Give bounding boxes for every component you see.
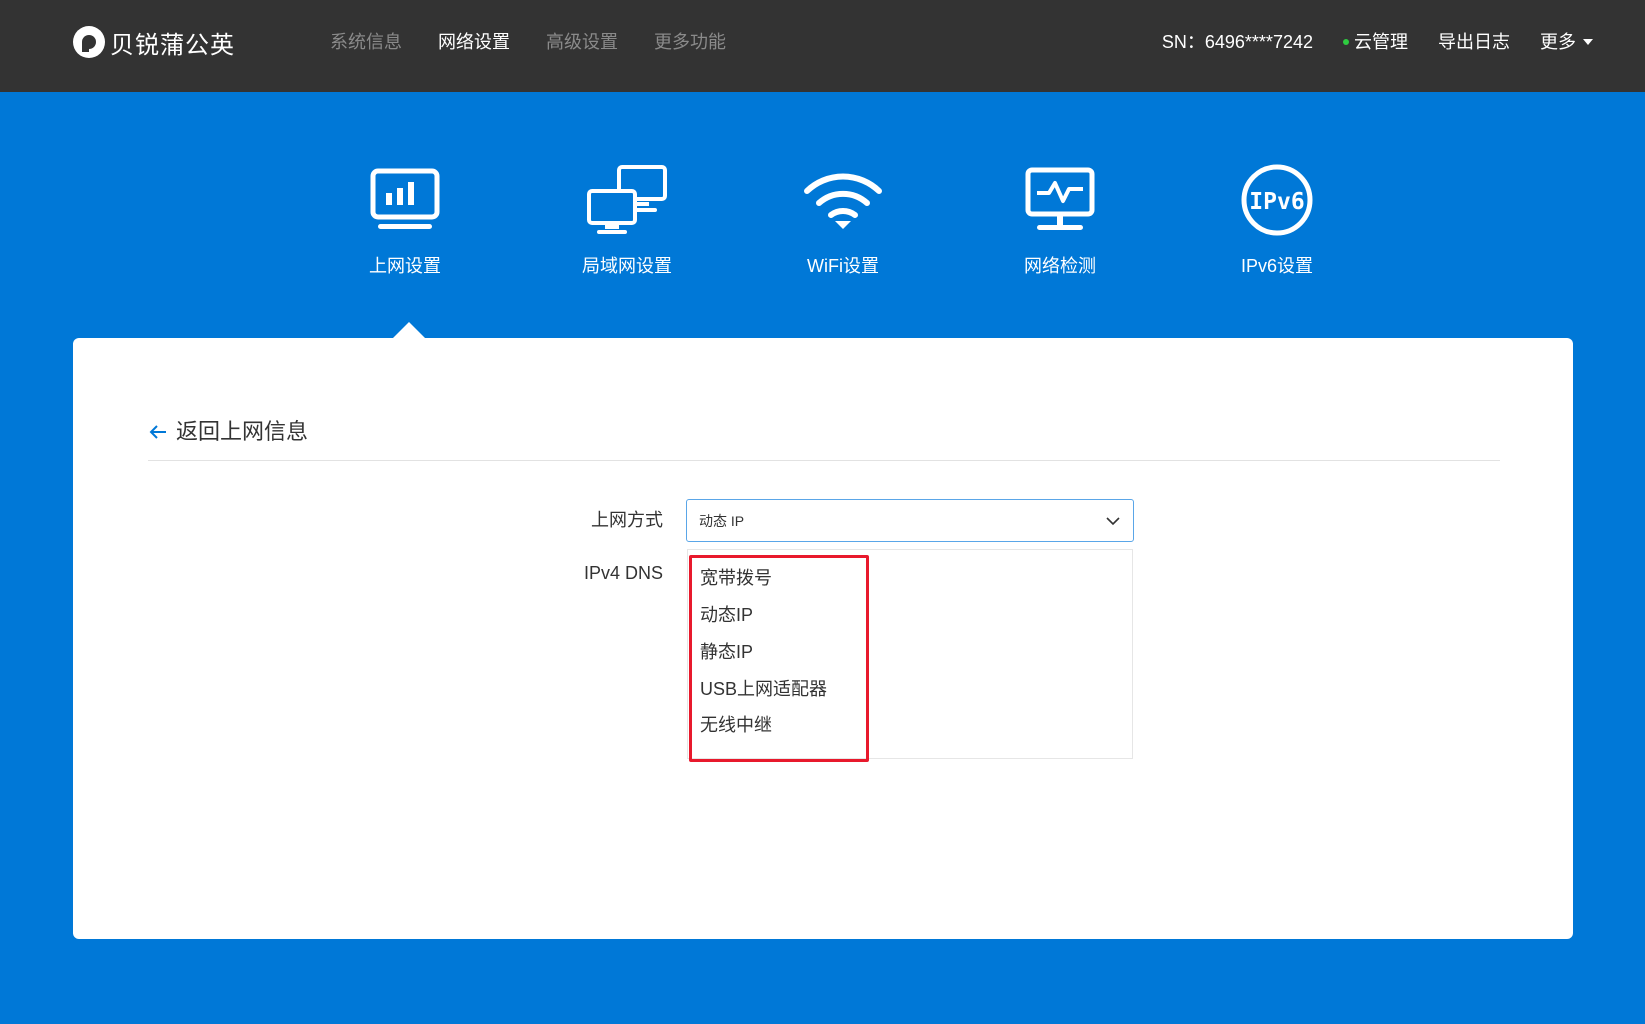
content-panel: 返回上网信息 上网方式 动态 IP IPv4 DNS 宽带拨号 动态IP 静态I… — [73, 338, 1573, 939]
ipv4-dns-label: IPv4 DNS — [583, 563, 663, 583]
tab-wifi-settings[interactable]: WiFi设置 — [768, 160, 918, 278]
serial-number: SN：6496****7242 — [1161, 32, 1313, 52]
divider — [148, 460, 1500, 461]
ipv6-icon: IPv6 — [1241, 164, 1313, 236]
more-label: 更多 — [1540, 32, 1576, 52]
lan-computers-icon — [587, 165, 667, 234]
caret-down-icon — [1583, 39, 1593, 45]
tab-label: 局域网设置 — [582, 256, 672, 276]
tab-label: 上网设置 — [369, 256, 441, 276]
nav-more-features[interactable]: 更多功能 — [654, 28, 726, 56]
right-nav: SN：6496****7242 云管理 导出日志 更多 — [1162, 28, 1593, 56]
svg-text:IPv6: IPv6 — [1249, 189, 1304, 215]
wan-mode-label: 上网方式 — [591, 510, 663, 530]
top-navigation-bar: 贝锐蒲公英 系统信息 网络设置 高级设置 更多功能 SN：6496****724… — [0, 0, 1645, 92]
brand-name: 贝锐蒲公英 — [110, 31, 235, 59]
chevron-down-icon — [1106, 517, 1120, 526]
dandelion-logo-icon — [73, 26, 105, 58]
back-label: 返回上网信息 — [176, 419, 309, 444]
monitor-chart-icon — [370, 168, 440, 229]
tab-ipv6-settings[interactable]: IPv6 IPv6设置 — [1202, 160, 1352, 278]
tab-lan-settings[interactable]: 局域网设置 — [552, 160, 702, 278]
monitor-pulse-icon — [1025, 167, 1095, 230]
more-dropdown[interactable]: 更多 — [1540, 28, 1593, 56]
nav-network-settings[interactable]: 网络设置 — [438, 28, 510, 56]
nav-system-info[interactable]: 系统信息 — [330, 28, 402, 56]
online-status-dot-icon — [1343, 39, 1349, 45]
back-to-internet-info-link[interactable]: 返回上网信息 — [148, 416, 308, 448]
cloud-management-link[interactable]: 云管理 — [1343, 28, 1408, 56]
annotation-highlight-box — [689, 555, 869, 762]
settings-tabs: 上网设置 局域网设置 WiFi设置 网络检测 IPv6 IPv6设置 — [0, 92, 1645, 338]
export-log-link[interactable]: 导出日志 — [1438, 28, 1510, 56]
wifi-icon — [804, 173, 882, 229]
cloud-management-label: 云管理 — [1354, 32, 1408, 52]
tab-internet-settings[interactable]: 上网设置 — [330, 160, 480, 278]
wan-mode-selected-value: 动态 IP — [699, 512, 745, 529]
tab-network-detection[interactable]: 网络检测 — [985, 160, 1135, 278]
tab-label: 网络检测 — [1024, 256, 1096, 276]
brand[interactable]: 贝锐蒲公英 — [72, 22, 235, 62]
arrow-left-icon — [149, 425, 166, 439]
active-tab-pointer — [393, 322, 425, 338]
wan-mode-select[interactable]: 动态 IP — [686, 499, 1134, 542]
nav-advanced-settings[interactable]: 高级设置 — [546, 28, 618, 56]
main-nav: 系统信息 网络设置 高级设置 更多功能 — [330, 28, 762, 56]
tab-label: IPv6设置 — [1240, 256, 1314, 276]
tab-label: WiFi设置 — [807, 256, 879, 276]
